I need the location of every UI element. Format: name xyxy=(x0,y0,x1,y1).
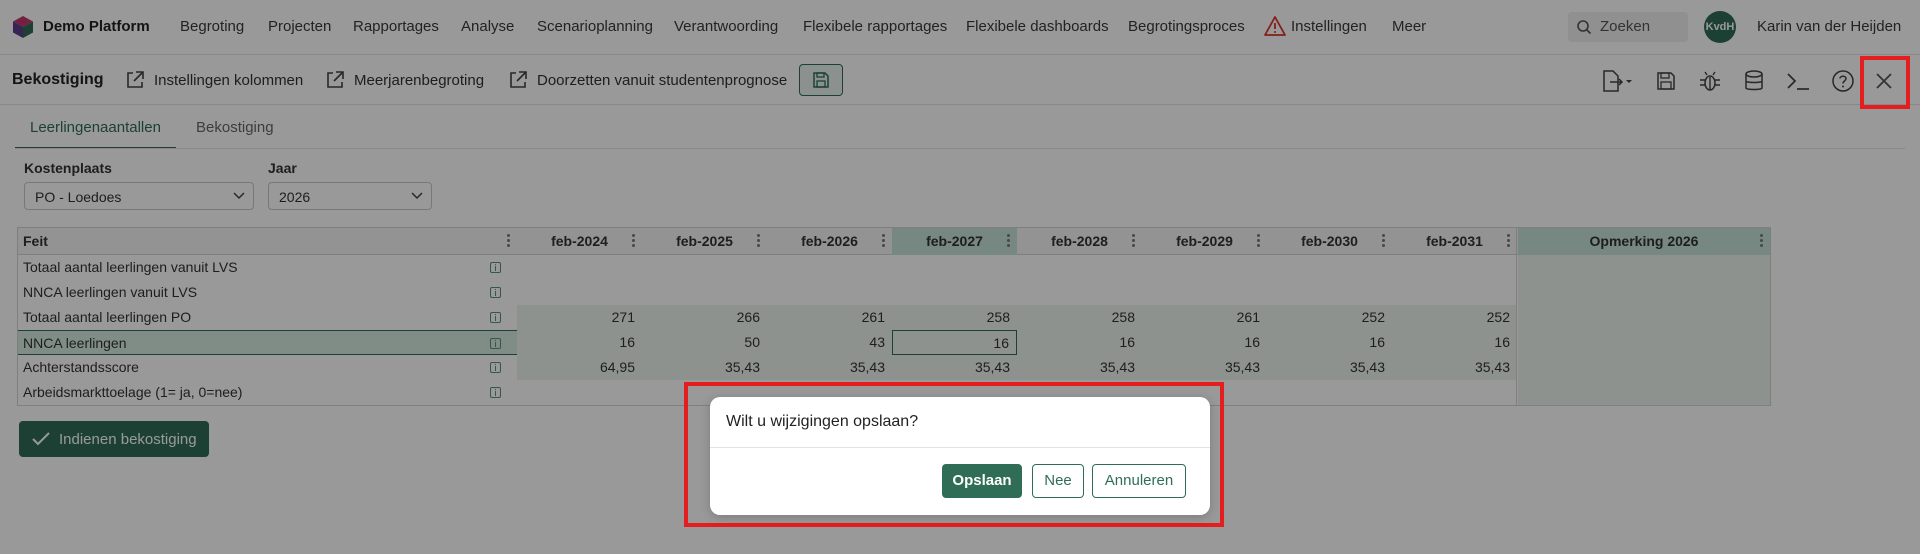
close-button[interactable] xyxy=(1872,69,1896,93)
dialog-divider xyxy=(710,447,1210,448)
dialog-title: Wilt u wijzigingen opslaan? xyxy=(726,413,919,430)
save-changes-dialog: Wilt u wijzigingen opslaan? Opslaan Nee … xyxy=(710,397,1210,515)
nee-button[interactable]: Nee xyxy=(1032,464,1084,498)
close-icon xyxy=(1876,73,1892,89)
opslaan-button[interactable]: Opslaan xyxy=(942,464,1022,498)
annuleren-button[interactable]: Annuleren xyxy=(1092,464,1186,498)
